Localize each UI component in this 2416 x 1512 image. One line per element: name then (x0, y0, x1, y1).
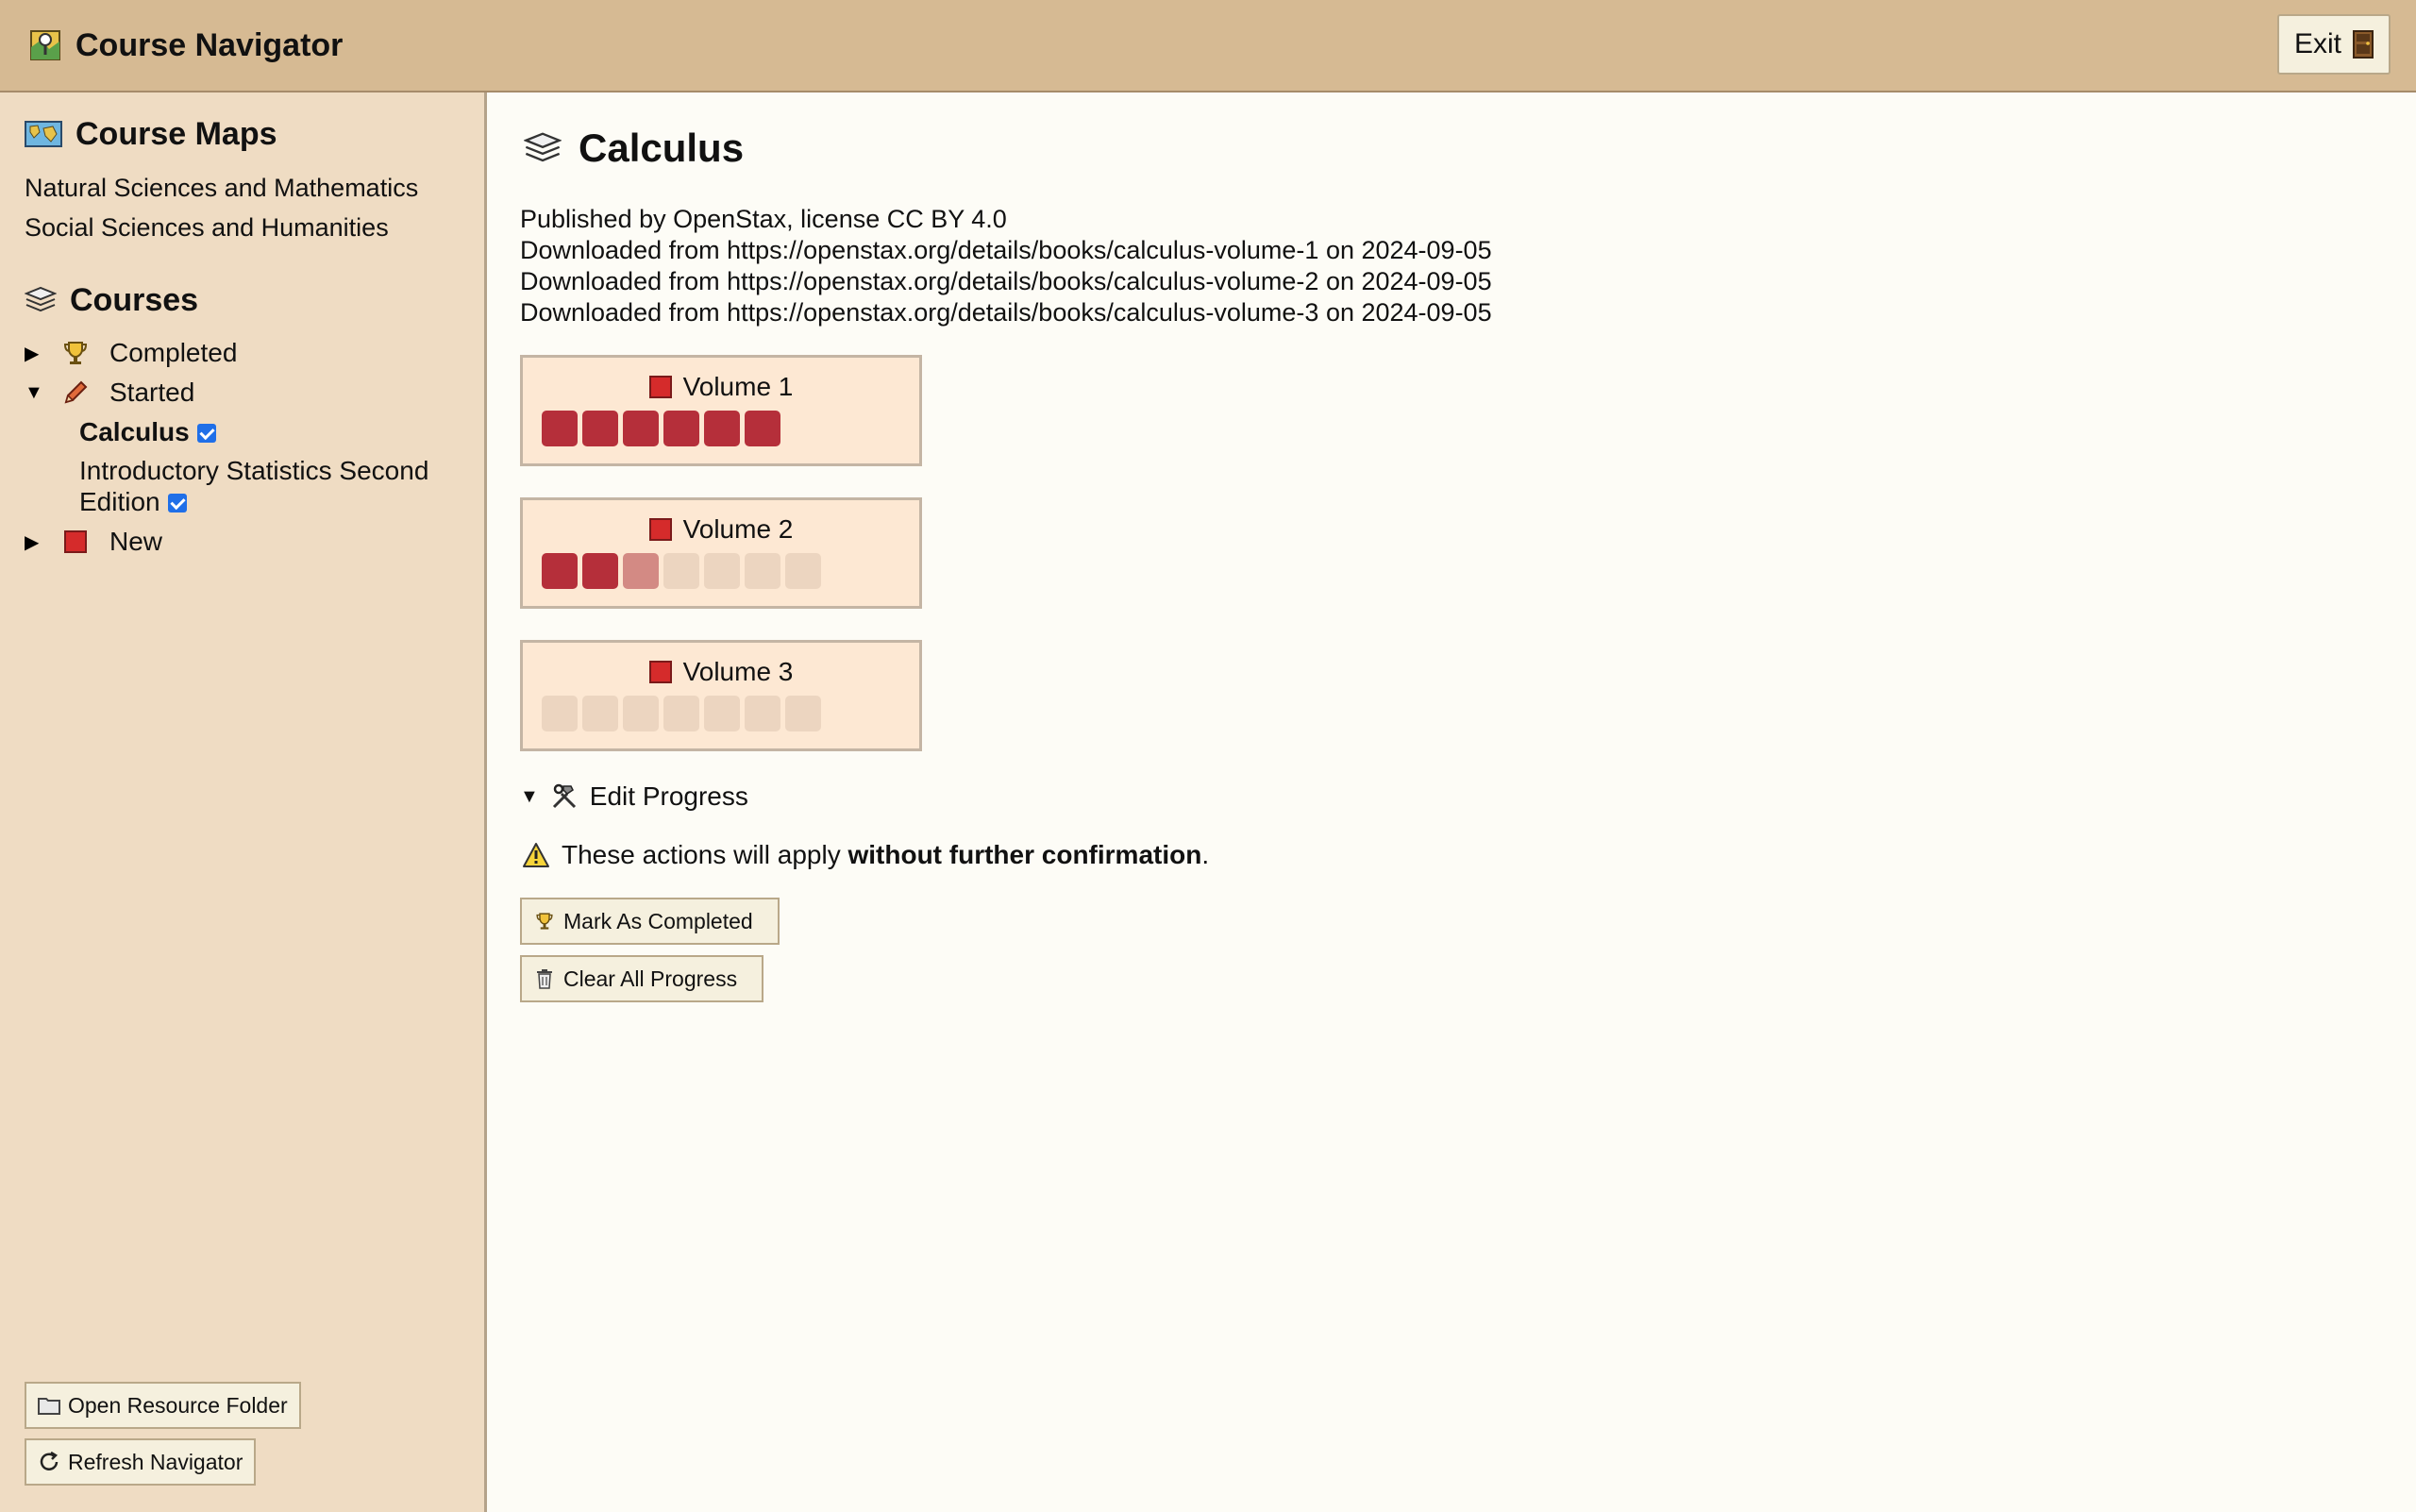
progress-segment-done (663, 411, 699, 446)
progress-segment-empty (745, 553, 780, 589)
map-link-social-sciences[interactable]: Social Sciences and Humanities (25, 211, 389, 244)
pencil-icon (62, 379, 89, 406)
group-started[interactable]: ▼ Started (25, 376, 194, 410)
group-started-label: Started (109, 378, 195, 407)
triangle-right-icon: ▶ (25, 531, 40, 553)
red-square-icon (648, 661, 672, 683)
hammer-wrench-icon (550, 782, 579, 811)
red-square-icon (648, 376, 672, 398)
open-resource-folder-button[interactable]: Open Resource Folder (25, 1382, 301, 1429)
progress-segment-done (745, 411, 780, 446)
volume-card-1[interactable]: Volume 1 (520, 355, 922, 466)
warning-text: These actions will apply without further… (562, 840, 1209, 870)
download-info-volume-1: Downloaded from https://openstax.org/det… (520, 236, 1492, 264)
map-pin-icon (28, 28, 62, 62)
warning-text-prefix: These actions will apply (562, 840, 848, 869)
main-content: Calculus Published by OpenStax, license … (490, 92, 2416, 1512)
progress-segment-partial (623, 553, 659, 589)
app-title: Course Navigator (76, 27, 344, 63)
courses-heading-text: Courses (70, 281, 199, 318)
triangle-right-icon: ▶ (25, 343, 40, 364)
volume-card-title: Volume 1 (523, 371, 919, 403)
sidebar: Course Maps Natural Sciences and Mathema… (0, 92, 487, 1512)
course-item-calculus[interactable]: Calculus (79, 416, 216, 447)
red-square-icon (648, 518, 672, 541)
red-square-icon (62, 529, 89, 555)
volume-card-2[interactable]: Volume 2 (520, 497, 922, 609)
progress-segment-done (704, 411, 740, 446)
open-resource-folder-label: Open Resource Folder (68, 1392, 288, 1418)
progress-segments (542, 696, 821, 731)
checkbox-checked-icon (167, 494, 187, 512)
group-new-label: New (109, 527, 163, 556)
warning-text-bold: without further confirmation (847, 840, 1202, 869)
trash-icon (535, 968, 554, 989)
world-map-icon (25, 121, 62, 147)
course-maps-heading: Course Maps (25, 115, 277, 153)
app-header: Course Navigator Exit (0, 0, 2416, 92)
page-title-text: Calculus (579, 126, 745, 170)
mark-as-completed-label: Mark As Completed (563, 908, 753, 933)
refresh-navigator-button[interactable]: Refresh Navigator (25, 1438, 257, 1486)
exit-button[interactable]: Exit (2277, 14, 2391, 75)
progress-segment-empty (582, 696, 618, 731)
progress-segment-done (623, 411, 659, 446)
map-link-natural-sciences[interactable]: Natural Sciences and Mathematics (25, 172, 418, 204)
progress-segment-done (542, 553, 578, 589)
course-maps-heading-text: Course Maps (76, 115, 277, 152)
progress-segments (542, 553, 821, 589)
refresh-icon (38, 1451, 60, 1473)
progress-segment-empty (704, 696, 740, 731)
page-title: Calculus (524, 125, 744, 172)
warning-message: These actions will apply without further… (522, 838, 1209, 872)
progress-segment-empty (663, 553, 699, 589)
progress-segment-done (582, 553, 618, 589)
group-new[interactable]: ▶ New (25, 525, 162, 559)
checkbox-checked-icon (196, 424, 216, 443)
volume-label: Volume 1 (682, 372, 794, 401)
progress-segment-empty (663, 696, 699, 731)
progress-segment-empty (542, 696, 578, 731)
trophy-icon (62, 340, 89, 366)
refresh-navigator-label: Refresh Navigator (68, 1449, 243, 1474)
volume-label: Volume 3 (682, 657, 794, 686)
course-item-calculus-label: Calculus (79, 417, 190, 446)
triangle-down-icon: ▼ (25, 381, 43, 403)
book-stack-icon (25, 286, 57, 314)
clear-all-progress-label: Clear All Progress (563, 966, 738, 991)
edit-progress-toggle[interactable]: ▼ Edit Progress (520, 780, 748, 814)
progress-segment-empty (785, 553, 821, 589)
progress-segments (542, 411, 780, 446)
clear-all-progress-button[interactable]: Clear All Progress (520, 955, 764, 1002)
download-info-volume-3: Downloaded from https://openstax.org/det… (520, 298, 1492, 327)
course-item-intro-statistics-line1: Introductory Statistics Second (79, 456, 429, 485)
courses-heading: Courses (25, 281, 198, 319)
volume-card-3[interactable]: Volume 3 (520, 640, 922, 751)
progress-segment-done (542, 411, 578, 446)
triangle-down-icon: ▼ (520, 785, 539, 807)
exit-label: Exit (2294, 28, 2342, 59)
progress-segment-empty (785, 696, 821, 731)
volume-card-title: Volume 2 (523, 513, 919, 546)
progress-segment-empty (704, 553, 740, 589)
publisher-info: Published by OpenStax, license CC BY 4.0 (520, 205, 1007, 233)
folder-icon (38, 1396, 60, 1415)
progress-segment-empty (745, 696, 780, 731)
mark-as-completed-button[interactable]: Mark As Completed (520, 898, 780, 945)
progress-segment-empty (623, 696, 659, 731)
group-completed-label: Completed (109, 338, 238, 367)
volume-card-title: Volume 3 (523, 656, 919, 688)
download-info-volume-2: Downloaded from https://openstax.org/det… (520, 267, 1492, 295)
warning-text-suffix: . (1201, 840, 1210, 869)
course-item-intro-statistics-line2: Edition (79, 487, 160, 516)
course-item-intro-statistics[interactable]: Introductory Statistics Second Edition (79, 455, 428, 517)
volume-label: Volume 2 (682, 514, 794, 544)
warning-icon (522, 842, 550, 868)
progress-segment-done (582, 411, 618, 446)
group-completed[interactable]: ▶ Completed (25, 336, 237, 370)
door-icon (2353, 30, 2374, 59)
edit-progress-label: Edit Progress (589, 781, 748, 811)
book-stack-icon (524, 131, 562, 165)
trophy-icon (535, 912, 554, 931)
